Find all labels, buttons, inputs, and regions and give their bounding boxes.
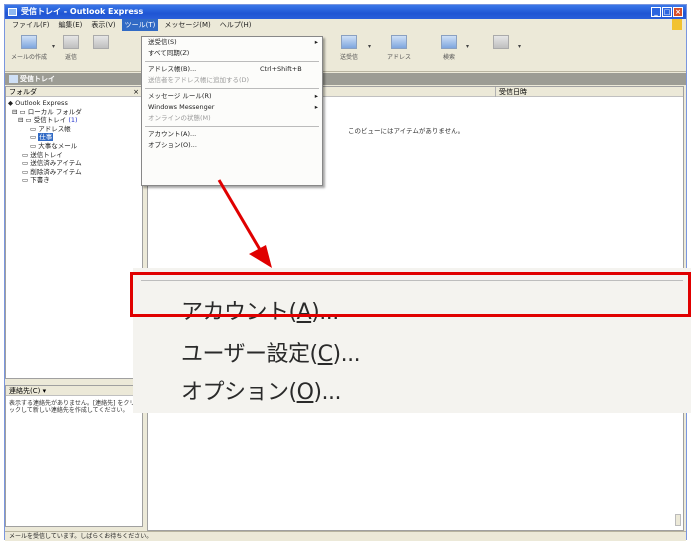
message-list-empty-text: このビューにはアイテムがありません。 [348, 127, 465, 135]
menu-item-options[interactable]: オプション(O)... [142, 140, 322, 151]
resize-grip[interactable] [675, 514, 681, 526]
menu-item-add-sender: 送信者をアドレス帳に追加する(D) [148, 76, 250, 84]
compose-button[interactable]: メールの作成 ▾ [11, 35, 55, 69]
reply-icon [63, 35, 79, 49]
dial-button[interactable]: ▾ [489, 35, 521, 69]
dial-dropdown-icon[interactable]: ▾ [518, 43, 521, 50]
compose-icon [21, 35, 37, 49]
folder-bar: 受信トレイ [5, 73, 686, 85]
folder-pane-header: フォルダ × [6, 87, 142, 97]
folder-bar-label: 受信トレイ [20, 75, 55, 83]
tree-item-outbox[interactable]: ▭ 送信トレイ [6, 151, 142, 160]
find-dropdown-icon[interactable]: ▾ [466, 43, 469, 50]
menu-edit[interactable]: 編集(E) [56, 19, 86, 31]
tree-item-inbox[interactable]: ⊟ ▭ 受信トレイ (1) [6, 116, 142, 125]
tree-item-local-folders[interactable]: ⊟ ▭ ローカル フォルダ [6, 108, 142, 117]
address-book-button[interactable]: アドレス [385, 35, 413, 69]
menu-separator [145, 61, 319, 62]
compose-dropdown-icon[interactable]: ▾ [52, 43, 55, 50]
menu-message[interactable]: メッセージ(M) [161, 19, 213, 31]
zoom-accounts-item[interactable]: アカウント(A)... [181, 294, 339, 326]
folder-tree: ◆ Outlook Express ⊟ ▭ ローカル フォルダ ⊟ ▭ 受信トレ… [6, 97, 142, 185]
tree-item-sent-items[interactable]: ▭ 送信済みアイテム [6, 159, 142, 168]
contacts-empty-text: 表示する連絡先がありません。[連絡先] をクリックして新しい連絡先を作成してくだ… [9, 400, 136, 414]
zoom-callout: アカウント(A)... ユーザー設定(C)... オプション(O)... [133, 268, 691, 413]
menu-item-send-receive[interactable]: 送受信(S) ▸ [142, 37, 322, 48]
menu-item-windows-messenger[interactable]: Windows Messenger ▸ [142, 102, 322, 113]
submenu-arrow-icon: ▸ [314, 92, 318, 100]
reply-all-button[interactable] [89, 35, 113, 69]
address-book-icon [391, 35, 407, 49]
menu-item-sync-all[interactable]: すべて同期(Z) [142, 48, 322, 59]
tree-item-drafts[interactable]: ▭ 下書き [6, 176, 142, 185]
tree-item-work[interactable]: ▭ 仕事 [6, 133, 142, 142]
close-button[interactable]: × [673, 7, 683, 17]
inbox-icon [9, 75, 18, 83]
folder-pane-close-button[interactable]: × [133, 87, 139, 97]
window-title: 受信トレイ - Outlook Express [21, 7, 144, 16]
zoom-user-settings-item[interactable]: ユーザー設定(C)... [181, 336, 361, 368]
find-button[interactable]: 検索 ▾ [437, 35, 469, 69]
menu-item-accounts[interactable]: アカウント(A)... [142, 129, 322, 140]
menu-help[interactable]: ヘルプ(H) [217, 19, 255, 31]
menu-item-address-book[interactable]: アドレス帳(B)... Ctrl+Shift+B [142, 64, 322, 75]
send-receive-button[interactable]: 送受信 ▾ [335, 35, 371, 69]
reply-button[interactable]: 返信 [59, 35, 83, 69]
windows-logo-icon [672, 19, 682, 30]
menu-item-message-rules[interactable]: メッセージ ルール(R) ▸ [142, 91, 322, 102]
menu-item-online-status: オンラインの状態(M) [148, 114, 211, 122]
contacts-pane: 連絡先(C) ▾ 表示する連絡先がありません。[連絡先] をクリックして新しい連… [5, 385, 143, 527]
tree-item-address-book[interactable]: ▭ アドレス帳 [6, 125, 142, 134]
column-received-date[interactable]: 受信日時 [495, 87, 527, 97]
maximize-button[interactable]: □ [662, 7, 672, 17]
find-icon [441, 35, 457, 49]
send-receive-dropdown-icon[interactable]: ▾ [368, 43, 371, 50]
window-controls: _ □ × [651, 7, 683, 17]
zoom-options-item[interactable]: オプション(O)... [181, 374, 341, 406]
minimize-button[interactable]: _ [651, 7, 661, 17]
reply-all-icon [93, 35, 109, 49]
zoom-separator [141, 280, 683, 281]
contacts-button[interactable]: 連絡先(C) ▾ [6, 386, 142, 396]
toolbar: メールの作成 ▾ 返信 送受信 ▾ アドレス 検索 ▾ ▾ [5, 32, 686, 72]
menu-bar: ファイル(F) 編集(E) 表示(V) ツール(T) メッセージ(M) ヘルプ(… [5, 19, 686, 31]
status-bar: メールを受信しています。しばらくお待ちください。 [5, 531, 686, 541]
send-receive-icon [341, 35, 357, 49]
menu-separator [145, 126, 319, 127]
dial-icon [493, 35, 509, 49]
tree-item-outlook-express[interactable]: ◆ Outlook Express [6, 99, 142, 108]
menu-file[interactable]: ファイル(F) [9, 19, 53, 31]
title-bar: 受信トレイ - Outlook Express _ □ × [5, 5, 686, 19]
tree-item-important-mail[interactable]: ▭ 大事なメール [6, 142, 142, 151]
outlook-app-icon [8, 8, 17, 16]
menu-separator [145, 88, 319, 89]
menu-view[interactable]: 表示(V) [88, 19, 118, 31]
folder-pane: フォルダ × ◆ Outlook Express ⊟ ▭ ローカル フォルダ ⊟… [5, 86, 143, 379]
submenu-arrow-icon: ▸ [314, 103, 318, 111]
menu-tools[interactable]: ツール(T) [121, 19, 159, 31]
submenu-arrow-icon: ▸ [314, 38, 318, 46]
tools-menu: 送受信(S) ▸ すべて同期(Z) アドレス帳(B)... Ctrl+Shift+B… [141, 36, 323, 186]
